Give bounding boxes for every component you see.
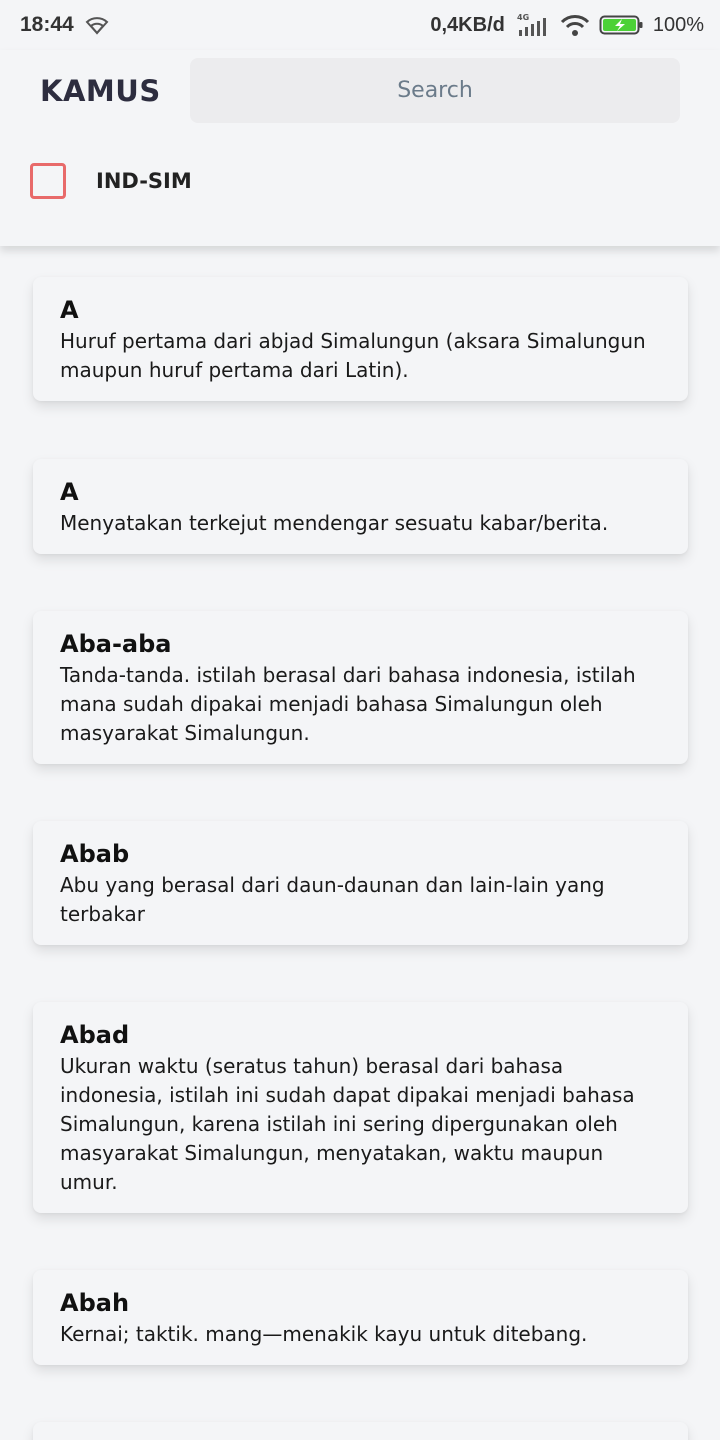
search-box[interactable] — [190, 58, 680, 123]
entry-definition: Abu yang berasal dari daun-daunan dan la… — [60, 873, 605, 926]
app-header: KAMUS IND-SIM — [0, 50, 720, 246]
list-item[interactable]: Aba-aba Tanda-tanda. istilah berasal dar… — [33, 611, 688, 764]
entry-word: Aba-aba — [60, 630, 172, 658]
list-item[interactable]: Abad Ukuran waktu (seratus tahun) berasa… — [33, 1002, 688, 1213]
entry-word: Abad — [60, 1021, 130, 1049]
wifi-small-icon — [84, 15, 110, 35]
list-item[interactable]: A Huruf pertama dari abjad Simalungun (a… — [33, 277, 688, 401]
battery-percentage: 100% — [652, 13, 704, 36]
list-item[interactable]: Abab Abu yang berasal dari daun-daunan d… — [33, 821, 688, 945]
signal-icon: 4G — [513, 12, 551, 38]
status-time: 18:44 — [20, 13, 74, 36]
status-bar: 18:44 0,4KB/d 4G 100% — [0, 0, 720, 50]
entry-word: Abab — [60, 840, 130, 868]
entry-definition: Kernai; taktik. mang—menakik kayu untuk … — [60, 1322, 588, 1346]
entry-definition: Menyatakan terkejut mendengar sesuatu ka… — [60, 511, 609, 535]
list-item-partial[interactable] — [33, 1422, 688, 1440]
list-item[interactable]: A Menyatakan terkejut mendengar sesuatu … — [33, 459, 688, 554]
entry-definition: Ukuran waktu (seratus tahun) berasal dar… — [60, 1054, 635, 1194]
svg-text:4G: 4G — [517, 13, 529, 22]
entry-definition: Huruf pertama dari abjad Simalungun (aks… — [60, 329, 646, 382]
battery-charging-icon — [599, 13, 645, 37]
entry-word: Abah — [60, 1289, 130, 1317]
entry-word: A — [60, 478, 79, 506]
app-title: KAMUS — [40, 74, 161, 108]
wifi-icon — [559, 13, 591, 37]
language-toggle-row[interactable]: IND-SIM — [30, 162, 192, 200]
list-item[interactable]: Abah Kernai; taktik. mang—menakik kayu u… — [33, 1270, 688, 1365]
ind-sim-checkbox[interactable] — [30, 163, 66, 199]
dictionary-list[interactable]: A Huruf pertama dari abjad Simalungun (a… — [0, 246, 720, 1440]
checkbox-label: IND-SIM — [96, 169, 192, 193]
entry-definition: Tanda-tanda. istilah berasal dari bahasa… — [60, 663, 636, 745]
network-speed: 0,4KB/d — [430, 13, 505, 36]
entry-word: A — [60, 296, 79, 324]
search-input[interactable] — [190, 78, 680, 103]
